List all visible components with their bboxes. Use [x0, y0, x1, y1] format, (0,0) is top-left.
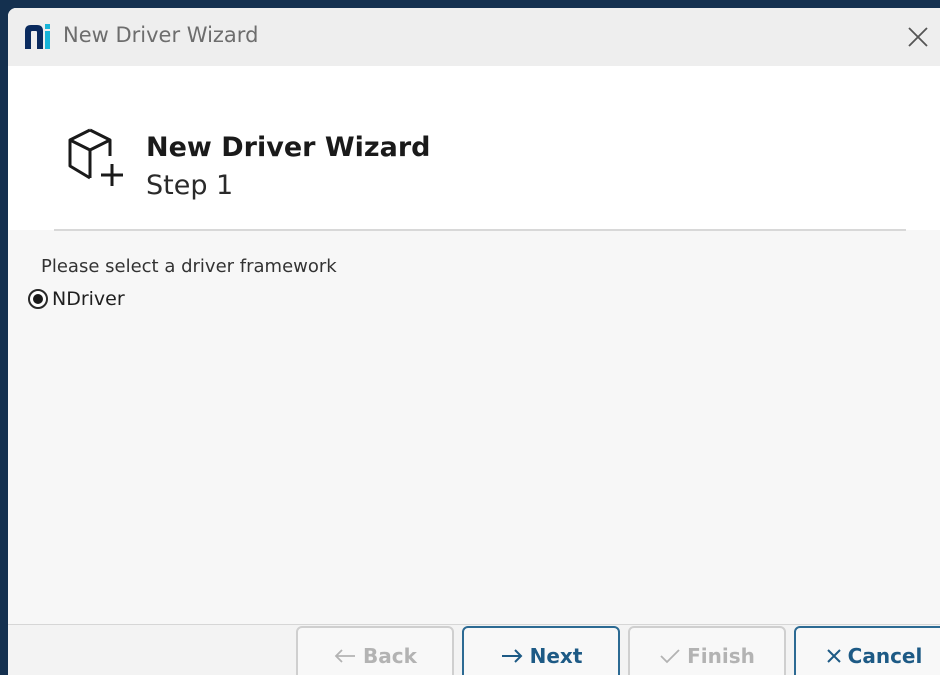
framework-prompt: Please select a driver framework — [41, 256, 337, 277]
arrow-left-icon — [334, 649, 356, 663]
next-button-label: Next — [529, 644, 583, 668]
next-button[interactable]: Next — [462, 626, 620, 675]
wizard-step: Step 1 — [146, 170, 234, 201]
window-title: New Driver Wizard — [63, 23, 259, 47]
radio-button[interactable] — [28, 289, 48, 309]
close-icon — [826, 649, 841, 663]
radio-label: NDriver — [52, 288, 125, 310]
finish-button[interactable]: Finish — [628, 626, 786, 675]
close-button[interactable] — [896, 13, 940, 61]
cancel-button[interactable]: Cancel — [794, 626, 940, 675]
wizard-title: New Driver Wizard — [146, 132, 431, 163]
title-bar[interactable]: New Driver Wizard — [8, 8, 940, 66]
wizard-window: New Driver Wizard New Driver Wizard Step… — [8, 8, 940, 675]
arrow-right-icon — [501, 649, 523, 663]
header-separator — [54, 229, 906, 231]
back-button-label: Back — [363, 644, 417, 668]
radio-option-ndriver[interactable]: NDriver — [28, 288, 125, 310]
wizard-header: New Driver Wizard Step 1 — [8, 66, 940, 230]
app-logo-icon — [25, 24, 50, 49]
new-package-icon — [68, 128, 123, 186]
back-button[interactable]: Back — [296, 626, 454, 675]
close-icon — [908, 27, 928, 47]
cancel-button-label: Cancel — [847, 644, 923, 668]
check-icon — [660, 649, 680, 664]
finish-button-label: Finish — [687, 644, 755, 668]
radio-selected-dot — [33, 294, 43, 304]
